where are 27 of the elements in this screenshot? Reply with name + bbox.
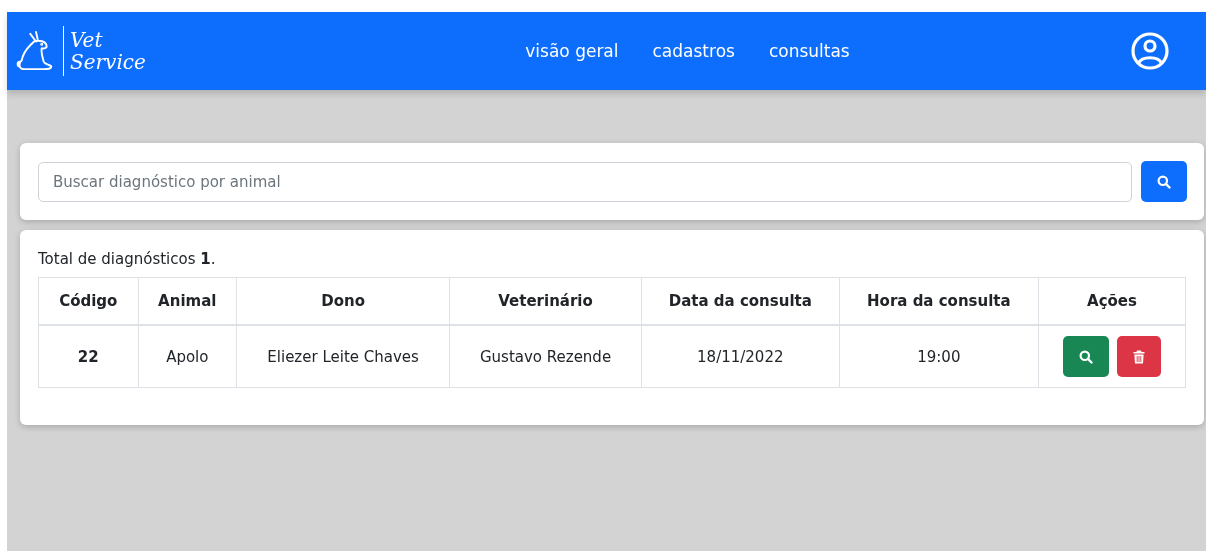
table-cell: 22 <box>38 325 138 388</box>
search-icon <box>1079 349 1094 364</box>
table-cell: Apolo <box>138 325 237 388</box>
logo-text: Service <box>70 51 146 73</box>
nav-link[interactable]: cadastros <box>652 41 735 61</box>
column-header: Data da consulta <box>641 277 840 325</box>
search-icon <box>1157 174 1171 189</box>
search-button[interactable] <box>1141 161 1187 202</box>
search-field[interactable]: Buscar diagnóstico por animal <box>38 161 1132 202</box>
nav-link[interactable]: visão geral <box>525 41 619 61</box>
summary-text: Total de diagnósticos 1. <box>38 250 217 268</box>
column-header: Hora da consulta <box>839 277 1039 325</box>
trash-icon <box>1133 349 1146 364</box>
logo-text: Vet <box>70 29 104 51</box>
delete-button[interactable] <box>1117 336 1162 377</box>
nav-link[interactable]: consultas <box>768 41 850 61</box>
view-button[interactable] <box>1063 336 1110 377</box>
column-header: Veterinário <box>449 277 642 325</box>
table-cell: 19:00 <box>839 325 1039 388</box>
column-header: Dono <box>236 277 450 325</box>
column-header: Ações <box>1038 277 1186 325</box>
table-cell: Gustavo Rezende <box>449 325 642 388</box>
table-cell: Eliezer Leite Chaves <box>236 325 450 388</box>
table-cell: 18/11/2022 <box>641 325 840 388</box>
user-icon[interactable] <box>1130 31 1170 71</box>
column-header: Animal <box>138 277 237 325</box>
column-header: Código <box>38 277 138 325</box>
